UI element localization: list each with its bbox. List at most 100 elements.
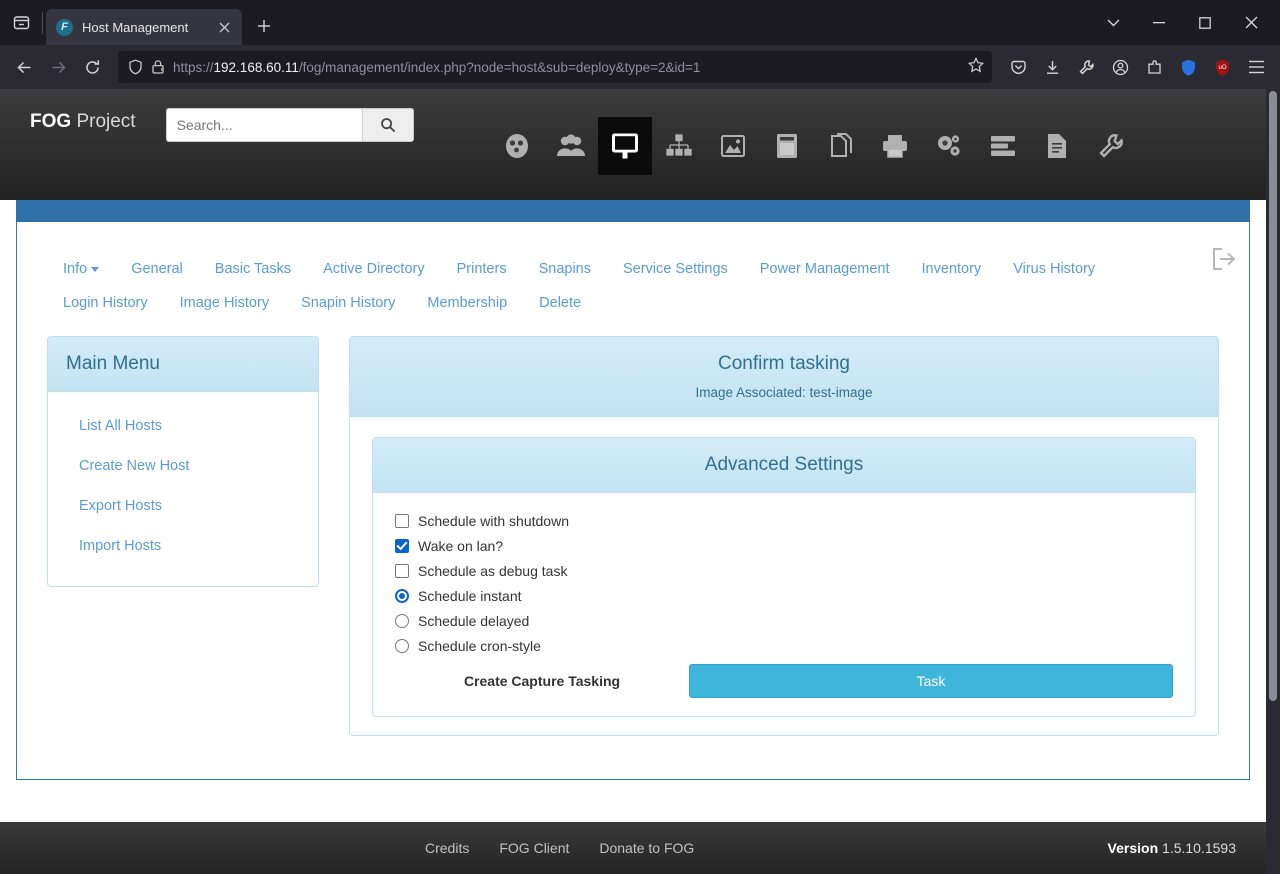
schedule-cron-style-radio[interactable] xyxy=(395,639,409,653)
favicon: F xyxy=(56,18,73,36)
search-button[interactable] xyxy=(361,108,414,142)
dashboard-icon[interactable] xyxy=(490,117,544,175)
window-controls xyxy=(1090,0,1274,45)
host-management-icon[interactable] xyxy=(597,117,652,175)
tab-active-directory[interactable]: Active Directory xyxy=(307,252,441,286)
forward-button[interactable] xyxy=(42,51,74,83)
confirm-tasking-card: Confirm tasking Image Associated: test-i… xyxy=(349,336,1219,736)
search-input[interactable] xyxy=(165,108,362,142)
tab-close-icon[interactable] xyxy=(214,17,234,37)
footer-link-fog-client[interactable]: FOG Client xyxy=(499,840,569,856)
tab-basic-tasks[interactable]: Basic Tasks xyxy=(199,252,307,286)
snapin-management-icon[interactable] xyxy=(814,117,868,175)
url-text: https://192.168.60.11/fog/management/ind… xyxy=(173,60,960,75)
url-host: 192.168.60.11 xyxy=(213,59,299,75)
tab-login-history[interactable]: Login History xyxy=(47,286,164,320)
tab-strip: F Host Management xyxy=(0,0,1280,45)
tab-delete[interactable]: Delete xyxy=(523,286,597,320)
task-management-icon[interactable] xyxy=(976,117,1030,175)
new-tab-button[interactable] xyxy=(248,10,280,42)
image-management-icon[interactable] xyxy=(706,117,760,175)
downloads-icon[interactable] xyxy=(1036,51,1068,83)
tab-power-management[interactable]: Power Management xyxy=(744,252,906,286)
users-icon[interactable] xyxy=(544,117,598,175)
tab-info[interactable]: Info xyxy=(47,252,115,286)
schedule-delayed-radio[interactable] xyxy=(395,614,409,628)
tab-printers[interactable]: Printers xyxy=(441,252,523,286)
content-shell: Info General Basic Tasks Active Director… xyxy=(0,200,1266,822)
report-management-icon[interactable] xyxy=(1030,117,1084,175)
minimize-button[interactable] xyxy=(1136,3,1182,43)
schedule-delayed-label: Schedule delayed xyxy=(418,613,530,629)
star-icon[interactable] xyxy=(967,56,985,77)
scrollbar-thumb[interactable] xyxy=(1269,91,1277,701)
tab-inventory[interactable]: Inventory xyxy=(906,252,998,286)
schedule-as-debug-task-checkbox[interactable] xyxy=(395,564,409,578)
option-row[interactable]: Schedule instant xyxy=(395,588,1173,604)
fog-page: FOG Project Search... Info General Basic… xyxy=(0,89,1266,874)
menu-icon[interactable] xyxy=(1240,51,1272,83)
footer-link-credits[interactable]: Credits xyxy=(425,840,469,856)
search-box xyxy=(165,108,414,142)
tab-membership[interactable]: Membership xyxy=(411,286,523,320)
fog-nav-icons xyxy=(490,89,1138,175)
schedule-as-debug-task-label: Schedule as debug task xyxy=(418,563,568,579)
tab-snapins[interactable]: Snapins xyxy=(523,252,607,286)
option-row[interactable]: Schedule with shutdown xyxy=(395,513,1173,529)
shield-icon xyxy=(129,59,142,75)
browser-tab[interactable]: F Host Management xyxy=(46,9,242,45)
address-bar[interactable]: https://192.168.60.11/fog/management/ind… xyxy=(118,51,992,83)
footer-link-donate[interactable]: Donate to FOG xyxy=(599,840,694,856)
tab-snapin-history[interactable]: Snapin History xyxy=(285,286,411,320)
tab-image-history[interactable]: Image History xyxy=(164,286,285,320)
extensions-icon[interactable] xyxy=(1138,51,1170,83)
content-spacer xyxy=(16,780,1250,822)
service-configuration-icon[interactable] xyxy=(922,117,976,175)
tab-list-icon[interactable] xyxy=(0,3,42,42)
sidebar-item-create-new-host[interactable]: Create New Host xyxy=(48,446,318,486)
pocket-icon[interactable] xyxy=(1002,51,1034,83)
close-window-button[interactable] xyxy=(1228,3,1274,43)
schedule-with-shutdown-checkbox[interactable] xyxy=(395,514,409,528)
wake-on-lan-checkbox[interactable] xyxy=(395,539,409,553)
storage-management-icon[interactable] xyxy=(760,117,814,175)
schedule-instant-radio[interactable] xyxy=(395,589,409,603)
reload-button[interactable] xyxy=(76,51,108,83)
tab-service-settings[interactable]: Service Settings xyxy=(607,252,744,286)
create-capture-tasking-row: Create Capture Tasking Task xyxy=(395,664,1173,698)
sidebar-item-import-hosts[interactable]: Import Hosts xyxy=(48,526,318,566)
url-path: /fog/management/index.php?node=host&sub=… xyxy=(298,59,701,75)
schedule-cron-style-label: Schedule cron-style xyxy=(418,638,541,654)
image-associated-text: Image Associated: test-image xyxy=(695,385,873,400)
sidebar-item-export-hosts[interactable]: Export Hosts xyxy=(48,486,318,526)
printer-management-icon[interactable] xyxy=(868,117,922,175)
account-icon[interactable] xyxy=(1104,51,1136,83)
tab-list-dropdown-icon[interactable] xyxy=(1090,3,1136,43)
chevron-down-icon xyxy=(91,266,100,272)
logout-icon[interactable] xyxy=(1210,247,1236,276)
advanced-settings-header: Advanced Settings xyxy=(373,438,1195,493)
fog-configuration-icon[interactable] xyxy=(1084,117,1138,175)
toolbar-extensions: uO xyxy=(1002,51,1272,83)
shield-blue-icon[interactable] xyxy=(1172,51,1204,83)
tab-general[interactable]: General xyxy=(115,252,199,286)
option-row[interactable]: Wake on lan? xyxy=(395,538,1173,554)
ublock-icon[interactable]: uO xyxy=(1206,51,1238,83)
option-row[interactable]: Schedule delayed xyxy=(395,613,1173,629)
page-title: Confirm tasking xyxy=(718,353,850,374)
back-button[interactable] xyxy=(8,51,40,83)
wake-on-lan-label: Wake on lan? xyxy=(418,538,504,554)
panel-columns: Main Menu List All Hosts Create New Host… xyxy=(47,324,1219,736)
url-prefix: https:// xyxy=(173,59,214,75)
maximize-button[interactable] xyxy=(1182,3,1228,43)
page-accent-bar xyxy=(16,200,1250,222)
task-button[interactable]: Task xyxy=(689,664,1173,698)
group-management-icon[interactable] xyxy=(652,117,706,175)
tab-virus-history[interactable]: Virus History xyxy=(997,252,1111,286)
page-scrollbar[interactable] xyxy=(1266,89,1280,874)
option-row[interactable]: Schedule as debug task xyxy=(395,563,1173,579)
wrench-icon[interactable] xyxy=(1070,51,1102,83)
sidebar-item-list-all-hosts[interactable]: List All Hosts xyxy=(48,406,318,446)
footer-links: Credits FOG Client Donate to FOG xyxy=(425,840,694,856)
option-row[interactable]: Schedule cron-style xyxy=(395,638,1173,654)
